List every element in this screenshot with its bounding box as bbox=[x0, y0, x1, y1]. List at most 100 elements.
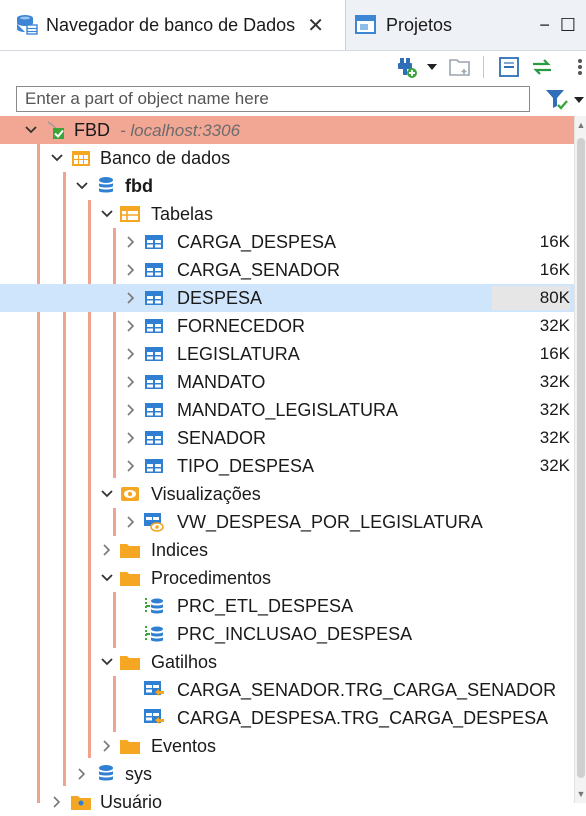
view-icon bbox=[143, 512, 165, 532]
chevron-down-icon[interactable] bbox=[98, 484, 116, 504]
connection-host: - localhost:3306 bbox=[120, 121, 241, 140]
chevron-down-icon bbox=[574, 97, 584, 103]
dropdown-arrow-icon bbox=[427, 64, 437, 70]
tree-node-view[interactable]: VW_DESPESA_POR_LEGISLATURA bbox=[0, 508, 574, 536]
tree-node-indexes-folder[interactable]: Indices bbox=[0, 536, 574, 564]
table-icon bbox=[143, 316, 165, 336]
tree-node-events-folder[interactable]: Eventos bbox=[0, 732, 574, 760]
tab-database-navigator[interactable]: Navegador de banco de Dados ✕ bbox=[0, 0, 346, 50]
chevron-down-icon[interactable] bbox=[48, 148, 66, 168]
chevron-right-icon[interactable] bbox=[73, 764, 91, 784]
schema-label: sys bbox=[125, 764, 152, 784]
chevron-down-icon[interactable] bbox=[98, 204, 116, 224]
tree-node-trigger[interactable]: CARGA_SENADOR.TRG_CARGA_SENADOR bbox=[0, 676, 574, 704]
tree-node-tables-folder[interactable]: Tabelas bbox=[0, 200, 574, 228]
chevron-right-icon[interactable] bbox=[122, 232, 140, 252]
table-name: FORNECEDOR bbox=[177, 316, 306, 336]
tree-node-procedure[interactable]: PRC_INCLUSAO_DESPESA bbox=[0, 620, 574, 648]
chevron-right-icon[interactable] bbox=[122, 456, 140, 476]
tree-node-table[interactable]: TIPO_DESPESA 32K bbox=[0, 452, 574, 480]
tree-node-table-selected[interactable]: DESPESA 80K bbox=[0, 284, 574, 312]
chevron-down-icon[interactable] bbox=[98, 568, 116, 588]
table-size: 16K bbox=[539, 232, 570, 251]
table-name: MANDATO_LEGISLATURA bbox=[177, 400, 399, 420]
filter-settings-button[interactable] bbox=[544, 86, 584, 114]
chevron-right-icon[interactable] bbox=[122, 288, 140, 308]
tab-database-navigator-label: Navegador de banco de Dados bbox=[46, 14, 296, 35]
tree-node-table[interactable]: LEGISLATURA 16K bbox=[0, 340, 574, 368]
tree-node-views-folder[interactable]: Visualizações bbox=[0, 480, 574, 508]
tree-node-users-folder[interactable]: Usuário bbox=[0, 788, 574, 816]
tree-node-table[interactable]: CARGA_DESPESA 16K bbox=[0, 228, 574, 256]
table-icon bbox=[143, 232, 165, 252]
schema-label: fbd bbox=[125, 176, 153, 196]
triggers-folder-label: Gatilhos bbox=[151, 652, 218, 672]
trigger-name: CARGA_DESPESA.TRG_CARGA_DESPESA bbox=[177, 708, 549, 728]
scroll-down-icon[interactable]: ▼ bbox=[576, 789, 586, 799]
tree-node-triggers-folder[interactable]: Gatilhos bbox=[0, 648, 574, 676]
procedure-icon bbox=[143, 596, 165, 616]
chevron-right-icon[interactable] bbox=[122, 260, 140, 280]
tree-node-procedures-folder[interactable]: Procedimentos bbox=[0, 564, 574, 592]
chevron-right-icon[interactable] bbox=[122, 512, 140, 532]
chevron-down-icon[interactable] bbox=[98, 652, 116, 672]
maximize-button[interactable]: ☐ bbox=[560, 15, 576, 36]
new-connection-button[interactable] bbox=[392, 54, 420, 80]
tree-node-schema-fbd[interactable]: fbd bbox=[0, 172, 574, 200]
table-icon bbox=[143, 260, 165, 280]
tab-bar: Navegador de banco de Dados ✕ Projetos −… bbox=[0, 0, 586, 51]
table-size: 16K bbox=[539, 344, 570, 363]
new-connection-dropdown[interactable] bbox=[424, 54, 440, 80]
users-folder-icon bbox=[70, 792, 92, 812]
new-connection-icon bbox=[398, 58, 417, 78]
chevron-right-icon[interactable] bbox=[122, 400, 140, 420]
vertical-scrollbar[interactable]: ▲ ▼ bbox=[574, 116, 586, 803]
window-buttons: − ☐ bbox=[539, 0, 586, 50]
table-icon bbox=[143, 372, 165, 392]
chevron-right-icon[interactable] bbox=[98, 736, 116, 756]
table-size: 32K bbox=[539, 400, 570, 419]
tree-node-procedure[interactable]: PRC_ETL_DESPESA bbox=[0, 592, 574, 620]
connection-label: FBD - localhost:3306 bbox=[74, 116, 240, 144]
object-filter-input[interactable] bbox=[17, 87, 529, 111]
table-name: DESPESA bbox=[177, 288, 263, 308]
chevron-down-icon[interactable] bbox=[22, 120, 40, 140]
tab-projects[interactable]: Projetos bbox=[346, 0, 526, 50]
close-icon[interactable]: ✕ bbox=[307, 13, 324, 38]
link-with-editor-button[interactable] bbox=[528, 54, 556, 80]
scroll-up-icon[interactable]: ▲ bbox=[576, 120, 586, 130]
trigger-name: CARGA_SENADOR.TRG_CARGA_SENADOR bbox=[177, 680, 557, 700]
chevron-right-icon[interactable] bbox=[122, 428, 140, 448]
collapse-all-button[interactable] bbox=[496, 54, 522, 80]
chevron-down-icon[interactable] bbox=[73, 176, 91, 196]
table-size: 32K bbox=[539, 316, 570, 335]
tree-node-table[interactable]: CARGA_SENADOR 16K bbox=[0, 256, 574, 284]
minimize-button[interactable]: − bbox=[539, 15, 550, 36]
tree-node-table[interactable]: SENADOR 32K bbox=[0, 424, 574, 452]
procedures-folder-label: Procedimentos bbox=[151, 568, 272, 588]
filter-icon bbox=[546, 90, 568, 110]
chevron-right-icon[interactable] bbox=[122, 372, 140, 392]
new-folder-button[interactable] bbox=[446, 54, 474, 80]
tree-node-trigger[interactable]: CARGA_DESPESA.TRG_CARGA_DESPESA bbox=[0, 704, 574, 732]
tree-node-schema-sys[interactable]: sys bbox=[0, 760, 574, 788]
views-folder-icon bbox=[119, 484, 141, 504]
view-menu-button[interactable] bbox=[574, 54, 586, 80]
chevron-right-icon[interactable] bbox=[98, 540, 116, 560]
trigger-icon bbox=[143, 680, 165, 700]
tables-folder-icon bbox=[119, 204, 141, 224]
scrollbar-thumb[interactable] bbox=[577, 138, 585, 778]
tree-node-table[interactable]: MANDATO 32K bbox=[0, 368, 574, 396]
chevron-right-icon[interactable] bbox=[122, 316, 140, 336]
table-size: 32K bbox=[539, 456, 570, 475]
chevron-right-icon[interactable] bbox=[122, 344, 140, 364]
chevron-right-icon[interactable] bbox=[48, 792, 66, 812]
database-navigator-tree: FBD - localhost:3306 Banco de dados fbd … bbox=[0, 116, 574, 812]
views-folder-label: Visualizações bbox=[151, 484, 261, 504]
tree-node-table[interactable]: MANDATO_LEGISLATURA 32K bbox=[0, 396, 574, 424]
navigator-toolbar bbox=[0, 50, 586, 84]
tree-node-database-folder[interactable]: Banco de dados bbox=[0, 144, 574, 172]
schema-icon bbox=[95, 176, 117, 196]
tree-node-connection[interactable]: FBD - localhost:3306 bbox=[0, 116, 574, 144]
tree-node-table[interactable]: FORNECEDOR 32K bbox=[0, 312, 574, 340]
